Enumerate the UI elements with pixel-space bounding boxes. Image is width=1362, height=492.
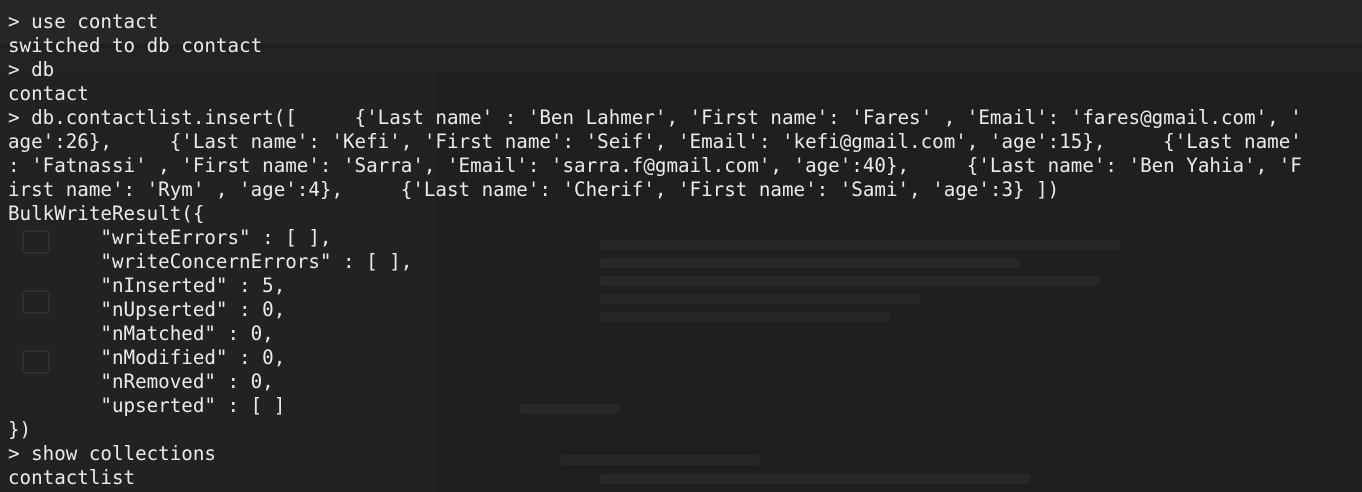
terminal-line: > db.contactlist.insert([ {'Last name' :… [8, 106, 1302, 129]
terminal-line: irst name': 'Rym' , 'age':4}, {'Last nam… [8, 178, 1060, 201]
terminal-line: }) [8, 418, 32, 441]
terminal-line: "upserted" : [ ] [8, 394, 286, 417]
terminal-line: "nInserted" : 5, [8, 274, 286, 297]
terminal-line: > use contact [8, 10, 159, 33]
terminal-window[interactable]: > use contact switched to db contact > db c… [0, 0, 1362, 492]
terminal-line: BulkWriteResult({ [8, 202, 205, 225]
terminal-line: contactlist [8, 466, 136, 489]
terminal-line: "writeErrors" : [ ], [8, 226, 332, 249]
terminal-line: > show collections [8, 442, 216, 465]
terminal-line: contact [8, 82, 89, 105]
terminal-line: "writeConcernErrors" : [ ], [8, 250, 413, 273]
terminal-line: "nUpserted" : 0, [8, 298, 286, 321]
terminal-line: > db [8, 58, 55, 81]
terminal-line: "nRemoved" : 0, [8, 370, 274, 393]
terminal-line: : 'Fatnassi' , 'First name': 'Sarra', 'E… [8, 154, 1302, 177]
terminal-line: "nMatched" : 0, [8, 322, 274, 345]
terminal-output: > use contact switched to db contact > db c… [8, 10, 1302, 490]
terminal-line: age':26}, {'Last name': 'Kefi', 'First n… [8, 130, 1302, 153]
terminal-line: "nModified" : 0, [8, 346, 286, 369]
terminal-line: switched to db contact [8, 34, 263, 57]
